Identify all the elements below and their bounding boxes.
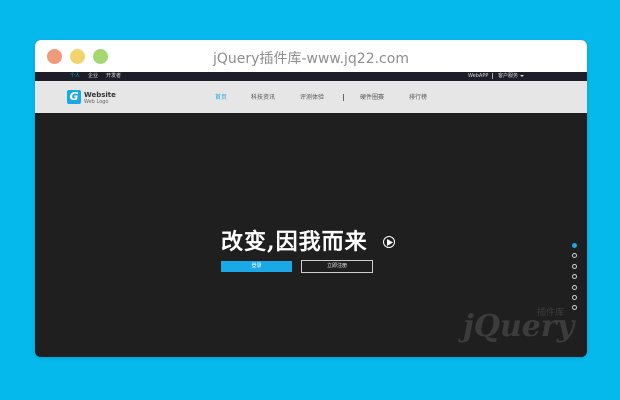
caret-down-icon [520,74,525,77]
topbar-link-developer[interactable]: 开发者 [106,73,121,80]
jquery-watermark: jQuery 插件库 [455,303,585,353]
topbar-link-webapp[interactable]: WebAPP [468,73,488,80]
hero-banner: 改变,因我而来 登录 立即注册 jQuery 插件库 [35,113,587,357]
login-button[interactable]: 登录 [221,261,292,272]
slide-dot[interactable] [572,274,577,280]
slide-dot[interactable] [572,243,577,248]
topbar-link-customer-service[interactable]: 客户服务 [498,73,525,80]
top-utility-bar: 个人 企业 开发者 WebAPP 客户服务 [35,72,587,81]
window-title: jQuery插件库-www.jq22.com [213,51,409,67]
slide-dot[interactable] [572,284,577,290]
logo-title[interactable]: Website [84,91,116,99]
play-triangle [387,239,393,246]
slide-dot[interactable] [572,295,577,300]
topbar-divider [492,73,493,79]
logo-icon[interactable]: G [67,90,81,104]
hero-slogan: 改变,因我而来 [221,229,368,255]
browser-window: jQuery插件库-www.jq22.com 个人 企业 开发者 WebAPP … [35,40,587,357]
window-titlebar: jQuery插件库-www.jq22.com [35,40,587,72]
play-circle-icon[interactable] [383,236,395,248]
slide-dot[interactable] [572,253,577,259]
slide-dot[interactable] [572,263,577,269]
nav-item-tech-news[interactable]: 科技资讯 [251,94,275,101]
nav-divider [343,94,344,101]
logo-subtitle: Web Logo [84,99,109,105]
topbar-link-enterprise[interactable]: 企业 [88,73,98,80]
nav-item-hardware[interactable]: 硬件圈赛 [360,94,384,101]
main-navbar: G Website Web Logo 首页 科技资讯 评测体验 硬件圈赛 排行榜 [35,81,587,113]
topbar-link-personal[interactable]: 个人 [70,73,80,80]
nav-item-home[interactable]: 首页 [215,94,227,101]
watermark-cn: 插件库 [537,308,565,318]
logo-letter: G [69,90,79,103]
nav-item-reviews[interactable]: 评测体验 [300,94,324,101]
register-button[interactable]: 立即注册 [301,260,373,273]
customer-service-label: 客户服务 [498,73,519,79]
nav-item-ranking[interactable]: 排行榜 [409,94,427,101]
